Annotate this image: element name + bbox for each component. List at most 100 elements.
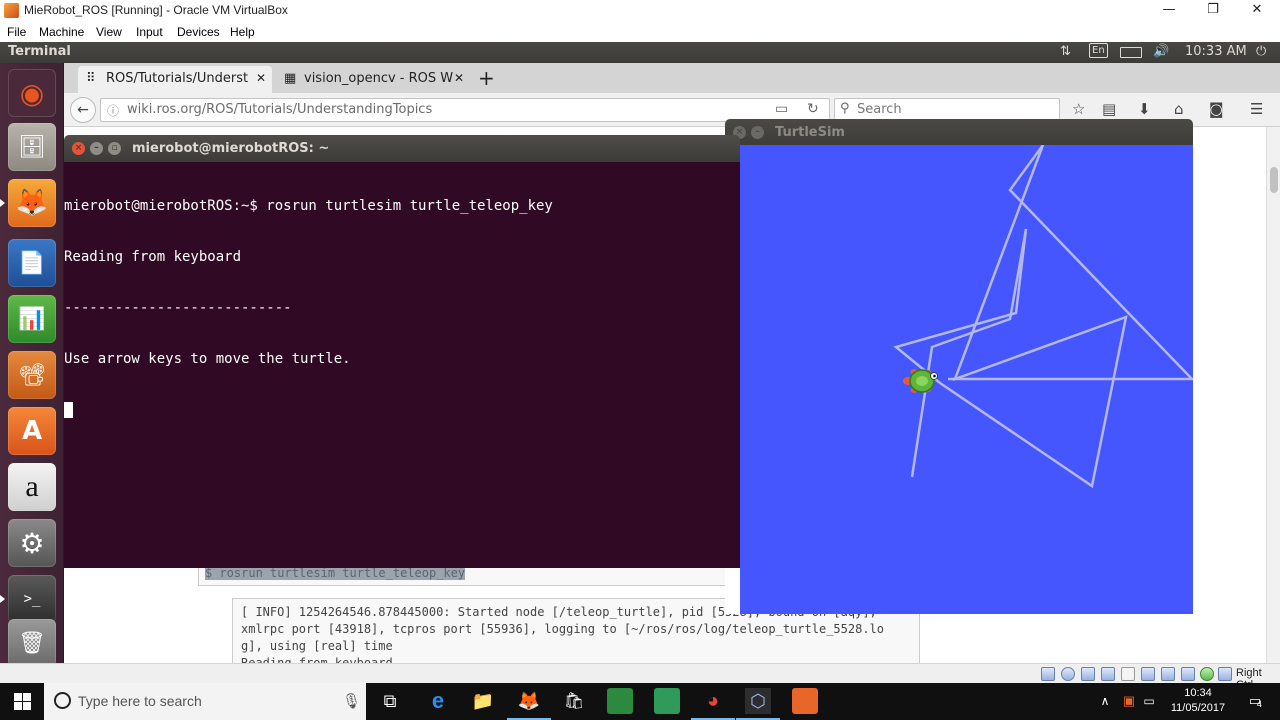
reload-icon[interactable]: ↻ <box>807 101 819 117</box>
files-icon[interactable]: 🗄 <box>8 123 56 171</box>
new-tab-button[interactable]: + <box>478 66 495 90</box>
firefox-taskbar-icon[interactable]: 🦊 <box>507 688 551 720</box>
tray-network-icon[interactable]: ▭ <box>1140 688 1158 714</box>
amazon-icon[interactable]: a <box>8 463 56 511</box>
firefox-icon[interactable]: 🦊 <box>0 179 56 227</box>
virtualbox-taskbar-icon[interactable]: ⬡ <box>736 688 780 720</box>
turtlesim-title: TurtleSim <box>775 125 845 140</box>
panel-clock[interactable]: 10:33 AM <box>1185 44 1247 59</box>
home-icon[interactable]: ⌂ <box>1174 101 1184 117</box>
volume-icon[interactable]: 🔊 <box>1153 44 1169 59</box>
download-icon[interactable]: ⬇ <box>1138 101 1151 117</box>
terminal-output[interactable]: mierobot@mierobotROS:~$ rosrun turtlesim… <box>64 162 740 568</box>
menu-input[interactable]: Input <box>136 25 163 39</box>
turtlesim-minimize-button[interactable]: – <box>751 126 764 139</box>
maximize-button[interactable]: ❐ <box>1190 0 1236 22</box>
battery-icon[interactable] <box>1120 47 1142 58</box>
task-view-icon[interactable]: ⧉ <box>377 688 403 714</box>
vbox-status-bar: Right Ctrl <box>0 663 1280 691</box>
keyboard-layout-indicator[interactable]: En <box>1089 43 1108 58</box>
chrome-icon[interactable]: ◕ <box>691 688 735 720</box>
cortana-circle-icon <box>54 692 71 709</box>
display-icon[interactable] <box>1161 667 1175 681</box>
terminal-icon[interactable]: >_ <box>0 575 56 623</box>
taskbar-search-placeholder: Type here to search <box>78 693 202 709</box>
ubuntu-dash-icon[interactable]: ◉ <box>8 69 56 117</box>
system-settings-icon[interactable]: ⚙ <box>8 519 56 567</box>
turtlesim-title-bar[interactable]: × – TurtleSim <box>725 119 1193 145</box>
power-gear-icon[interactable]: ⏻ <box>1256 44 1266 59</box>
clipboard-icon[interactable]: ▤ <box>1102 101 1116 117</box>
page-scrollbar[interactable] <box>1266 127 1280 663</box>
menu-help[interactable]: Help <box>230 25 255 39</box>
info-icon[interactable]: ⓘ <box>107 102 119 119</box>
scrollbar-thumb[interactable] <box>1270 167 1278 193</box>
terminal-close-button[interactable]: × <box>72 142 85 155</box>
close-button[interactable]: ✕ <box>1234 0 1280 22</box>
shared-folders-icon[interactable] <box>1141 667 1155 681</box>
tab-label: ROS/Tutorials/Underst <box>106 71 249 86</box>
vbox-window-title: MieRobot_ROS [Running] - Oracle VM Virtu… <box>24 3 288 17</box>
video-capture-icon[interactable] <box>1181 667 1195 681</box>
show-hidden-icons-chevron[interactable]: ∧ <box>1096 688 1114 714</box>
log-line: xmlrpc port [43918], tcpros port [55936]… <box>241 622 884 636</box>
ubuntu-top-panel: Terminal ⇅ En 🔊 10:33 AM ⏻ <box>0 42 1280 63</box>
audio-icon[interactable] <box>1081 667 1095 681</box>
terminal-title-bar[interactable]: × – ▫ mierobot@mierobotROS: ~ <box>64 135 740 162</box>
network-transfer-icon[interactable]: ⇅ <box>1060 44 1071 59</box>
active-app-name: Terminal <box>8 44 71 59</box>
pocket-icon[interactable]: ◙ <box>1209 101 1224 117</box>
store-icon[interactable]: 🛍 <box>561 688 587 714</box>
calc-icon[interactable]: 📊 <box>8 295 56 343</box>
ros-wiki-favicon: ⠿ <box>86 71 96 86</box>
close-tab-icon[interactable]: ✕ <box>454 71 464 85</box>
action-center-icon[interactable]: ▭ 4 <box>1244 688 1266 714</box>
orange-app-icon[interactable] <box>792 688 818 714</box>
url-bar[interactable]: ⓘ wiki.ros.org/ROS/Tutorials/Understandi… <box>100 98 830 122</box>
wiki-favicon: ▦ <box>284 71 297 86</box>
code-snippet-text: $ rosrun turtlesim turtle_teleop_key <box>205 566 466 580</box>
hard-disk-icon[interactable] <box>1041 667 1055 681</box>
optical-drive-icon[interactable] <box>1061 667 1075 681</box>
terminal-title: mierobot@mierobotROS: ~ <box>132 141 330 156</box>
writer-icon[interactable]: 📄 <box>8 239 56 287</box>
evernote-icon[interactable] <box>654 688 680 714</box>
taskbar-date: 11/05/2017 <box>1170 702 1226 714</box>
microphone-icon[interactable]: 🎙 <box>342 692 361 710</box>
bookmark-star-icon[interactable]: ☆ <box>1072 101 1085 117</box>
reader-view-icon[interactable]: ▭ <box>775 101 788 117</box>
menu-view[interactable]: View <box>96 25 122 39</box>
minimize-button[interactable]: — <box>1146 0 1192 22</box>
tab-ros-tutorials[interactable]: ⠿ ROS/Tutorials/Underst ✕ <box>78 66 272 93</box>
keyboard-capture-icon[interactable] <box>1218 667 1232 681</box>
menu-devices[interactable]: Devices <box>177 25 220 39</box>
terminal-line: --------------------------- <box>64 300 292 316</box>
impress-icon[interactable]: 📽 <box>8 351 56 399</box>
menu-file[interactable]: File <box>7 25 26 39</box>
search-placeholder: Search <box>857 102 902 117</box>
trash-icon[interactable]: 🗑 <box>8 619 56 667</box>
network-icon[interactable] <box>1101 667 1115 681</box>
terminal-cursor <box>64 402 73 418</box>
tray-app-icon[interactable]: ▣ <box>1120 688 1138 714</box>
mouse-integration-icon[interactable] <box>1200 667 1214 681</box>
green-app-icon[interactable] <box>607 688 633 714</box>
menu-machine[interactable]: Machine <box>39 25 84 39</box>
usb-icon[interactable] <box>1121 667 1135 681</box>
tab-vision-opencv[interactable]: ▦ vision_opencv - ROS W ✕ <box>276 66 470 93</box>
close-tab-icon[interactable]: ✕ <box>256 71 266 85</box>
file-explorer-icon[interactable]: 📁 <box>470 688 496 714</box>
terminal-minimize-button[interactable]: – <box>90 142 103 155</box>
taskbar-search-input[interactable]: Type here to search 🎙 <box>44 683 366 720</box>
turtle-trail <box>893 144 1195 489</box>
firefox-tab-bar: ⠿ ROS/Tutorials/Underst ✕ ▦ vision_openc… <box>64 63 1280 93</box>
software-center-icon[interactable]: A <box>8 407 56 455</box>
menu-hamburger-icon[interactable]: ☰ <box>1250 101 1263 117</box>
windows-start-icon[interactable] <box>9 688 35 714</box>
terminal-line: Reading from keyboard <box>64 249 242 265</box>
back-arrow-icon[interactable]: ← <box>70 97 96 123</box>
taskbar-clock[interactable]: 10:34 11/05/2017 <box>1163 686 1233 716</box>
edge-browser-icon[interactable]: e <box>425 688 451 714</box>
virtualbox-app-icon <box>4 3 19 18</box>
terminal-maximize-button[interactable]: ▫ <box>108 142 121 155</box>
